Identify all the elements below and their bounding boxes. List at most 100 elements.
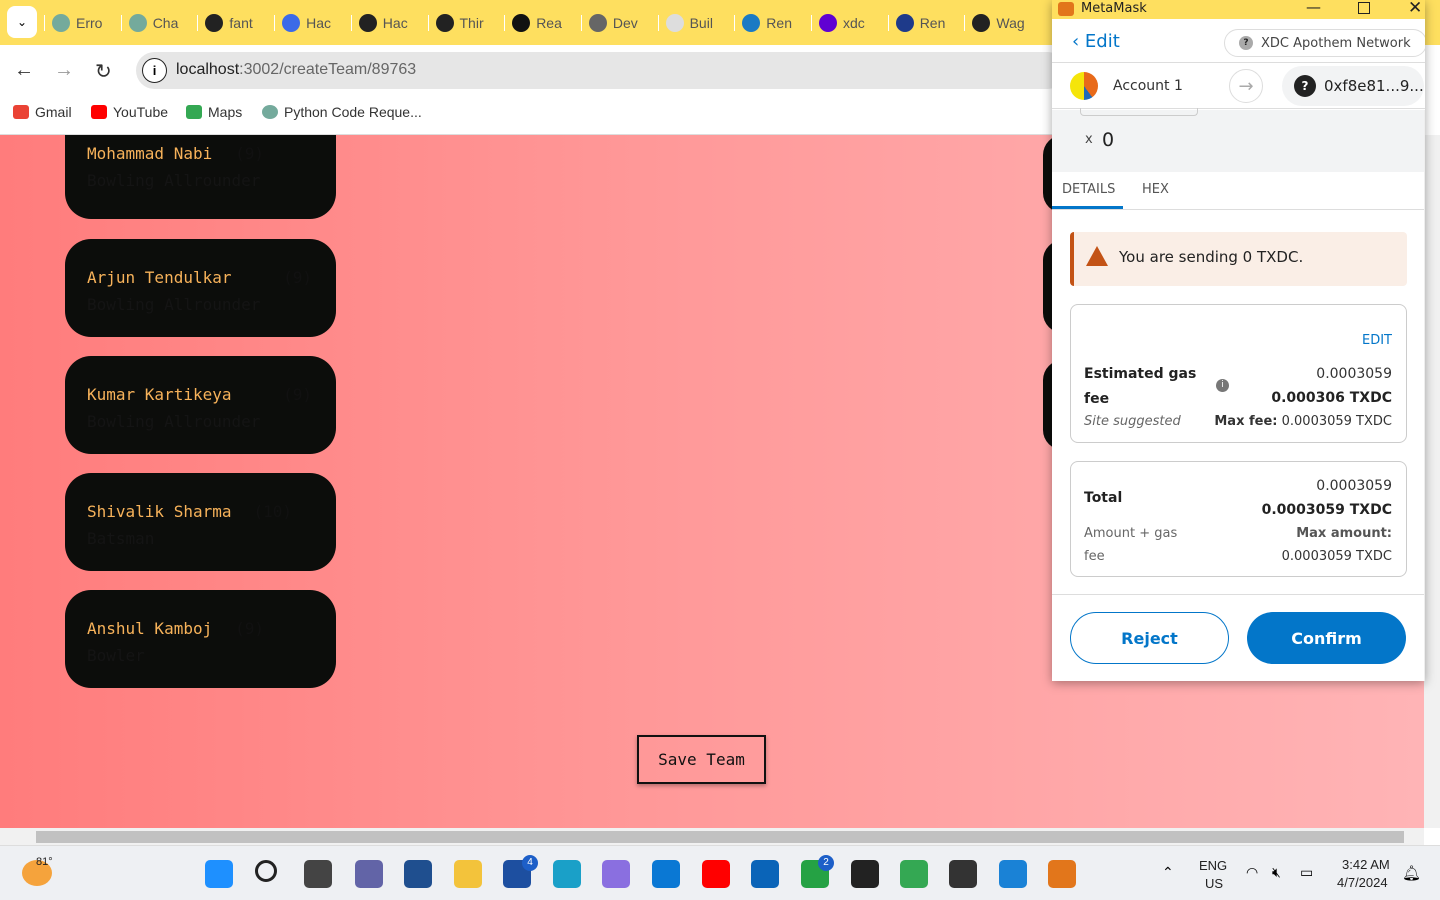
minimize-icon[interactable]: — bbox=[1306, 0, 1321, 16]
player-role: Batsman bbox=[87, 529, 155, 548]
chevron-left-icon: ‹ bbox=[1072, 31, 1085, 52]
player-credits: (9) bbox=[235, 144, 264, 163]
battery-icon[interactable]: ▭ bbox=[1300, 864, 1313, 881]
edit-label: Edit bbox=[1084, 31, 1120, 52]
bookmark-python[interactable]: Python Code Reque... bbox=[262, 104, 422, 120]
recipient-address[interactable]: ? 0xf8e81...9... bbox=[1282, 66, 1424, 106]
max-fee-value: 0.0003059 TXDC bbox=[1281, 414, 1392, 429]
copilot-icon[interactable] bbox=[602, 860, 630, 888]
max-amount-value: 0.0003059 TXDC bbox=[1281, 549, 1392, 564]
tab-title: Wag bbox=[996, 15, 1025, 31]
clock-date[interactable]: 4/7/2024 bbox=[1337, 875, 1388, 890]
browser-tab[interactable]: Erro bbox=[52, 10, 102, 36]
edit-gas-link[interactable]: EDIT bbox=[1362, 333, 1392, 348]
transaction-summary: x 0 bbox=[1052, 108, 1424, 172]
browser-tab[interactable]: Cha bbox=[128, 10, 178, 36]
tab-favicon-icon bbox=[588, 14, 607, 32]
network-selector[interactable]: ? XDC Apothem Network bbox=[1224, 29, 1425, 57]
tab-favicon-icon bbox=[52, 14, 70, 32]
amount-value: 0 bbox=[1102, 129, 1115, 151]
player-name: Shivalik Sharma bbox=[87, 502, 232, 521]
maps-icon bbox=[186, 105, 202, 119]
edge-icon[interactable] bbox=[553, 860, 581, 888]
bookmark-maps[interactable]: Maps bbox=[186, 104, 242, 120]
lang-region[interactable]: US bbox=[1205, 876, 1223, 891]
url-host: localhost bbox=[176, 61, 240, 78]
player-card[interactable]: Kumar Kartikeya (9) Bowling Allrounder bbox=[65, 356, 336, 454]
player-card[interactable]: Shivalik Sharma (10) Batsman bbox=[65, 473, 336, 571]
metamask-icon[interactable] bbox=[1048, 860, 1076, 888]
figma-icon[interactable] bbox=[851, 860, 879, 888]
tab-title: Thir bbox=[459, 15, 484, 31]
browser-tab[interactable]: Hac bbox=[358, 10, 408, 36]
save-team-button[interactable]: Save Team bbox=[637, 735, 766, 784]
browser-tab[interactable]: Ren bbox=[895, 10, 945, 36]
info-icon[interactable]: i bbox=[1216, 379, 1229, 392]
gas-fee-box: EDIT Estimated gas fee i Site suggested … bbox=[1070, 304, 1407, 443]
tab-separator bbox=[964, 15, 966, 31]
lang[interactable]: ENG bbox=[1199, 858, 1227, 873]
task-view-icon[interactable] bbox=[304, 860, 332, 888]
vertical-scrollbar[interactable] bbox=[1424, 135, 1440, 828]
player-card[interactable]: Mohammad Nabi (9) Bowling Allrounder bbox=[65, 135, 336, 219]
clock-time[interactable]: 3:42 AM bbox=[1342, 857, 1390, 872]
player-role: Bowling Allrounder bbox=[87, 171, 261, 190]
site-suggested: Site suggested bbox=[1084, 414, 1181, 429]
store-icon[interactable] bbox=[404, 860, 432, 888]
terminal-icon[interactable] bbox=[949, 860, 977, 888]
close-icon[interactable]: ✕ bbox=[1408, 0, 1422, 18]
outlook-icon[interactable] bbox=[751, 860, 779, 888]
network-name: XDC Apothem Network bbox=[1261, 35, 1411, 51]
confirm-button[interactable]: Confirm bbox=[1247, 612, 1406, 664]
volume-muted-icon[interactable]: 🔇︎ bbox=[1272, 864, 1281, 881]
tab-favicon-icon bbox=[358, 14, 377, 32]
browser-tab[interactable]: xdc bbox=[819, 10, 865, 36]
player-card[interactable]: Anshul Kamboj (9) Bowler bbox=[65, 590, 336, 688]
bookmark-label: Python Code Reque... bbox=[284, 104, 422, 120]
browser-tab[interactable]: Rea bbox=[512, 10, 562, 36]
browser-tab[interactable]: fant bbox=[205, 10, 253, 36]
start-icon[interactable] bbox=[205, 860, 233, 888]
file-explorer-icon[interactable] bbox=[454, 860, 482, 888]
tab-separator bbox=[887, 15, 889, 31]
browser-tab[interactable]: Hac bbox=[282, 10, 331, 36]
browser-tab[interactable]: Ren bbox=[742, 10, 792, 36]
chrome-icon[interactable] bbox=[900, 860, 928, 888]
browser-tab[interactable]: Dev bbox=[588, 10, 638, 36]
player-card[interactable]: Arjun Tendulkar (9) Bowling Allrounder bbox=[65, 239, 336, 337]
tab-separator bbox=[657, 15, 659, 31]
browser-tab[interactable]: Thir bbox=[435, 10, 484, 36]
maximize-icon[interactable] bbox=[1358, 2, 1370, 14]
vscode-icon[interactable] bbox=[999, 860, 1027, 888]
notification-bell-icon[interactable]: 🔔︎ bbox=[1402, 864, 1421, 882]
back-icon[interactable]: ← bbox=[14, 59, 34, 82]
edit-back-button[interactable]: ‹ Edit bbox=[1072, 31, 1120, 52]
site-info-icon[interactable]: i bbox=[142, 58, 167, 83]
forward-icon[interactable]: → bbox=[54, 59, 74, 82]
scrollbar-thumb[interactable] bbox=[36, 831, 1404, 843]
bookmark-gmail[interactable]: Gmail bbox=[13, 104, 72, 120]
cortana-icon[interactable] bbox=[652, 860, 680, 888]
popup-scrollbar[interactable] bbox=[1424, 110, 1425, 681]
search-icon[interactable] bbox=[255, 860, 277, 882]
gas-label-2: fee bbox=[1084, 391, 1110, 407]
arrow-right-icon: → bbox=[1229, 69, 1263, 103]
youtube-icon[interactable] bbox=[702, 860, 730, 888]
reject-button[interactable]: Reject bbox=[1070, 612, 1229, 664]
browser-tab[interactable]: Wag bbox=[972, 10, 1025, 36]
tab-search-button[interactable]: ⌄ bbox=[7, 6, 37, 38]
teams-icon[interactable] bbox=[355, 860, 383, 888]
player-name: Arjun Tendulkar bbox=[87, 268, 232, 287]
tab-separator bbox=[120, 15, 122, 31]
tab-title: Ren bbox=[766, 15, 792, 31]
chevron-up-icon[interactable]: ⌃ bbox=[1162, 864, 1174, 881]
url-text[interactable]: localhost:3002/createTeam/89763 bbox=[176, 61, 416, 79]
browser-tab[interactable]: Buil bbox=[665, 10, 713, 36]
tab-details[interactable]: DETAILS bbox=[1062, 182, 1115, 197]
bookmark-label: Maps bbox=[208, 104, 243, 120]
tab-hex[interactable]: HEX bbox=[1142, 182, 1169, 197]
wifi-icon[interactable]: ◠ bbox=[1246, 864, 1258, 881]
bookmark-youtube[interactable]: YouTube bbox=[91, 104, 168, 120]
tab-favicon-icon bbox=[972, 14, 991, 32]
reload-icon[interactable]: ↻ bbox=[95, 59, 112, 84]
